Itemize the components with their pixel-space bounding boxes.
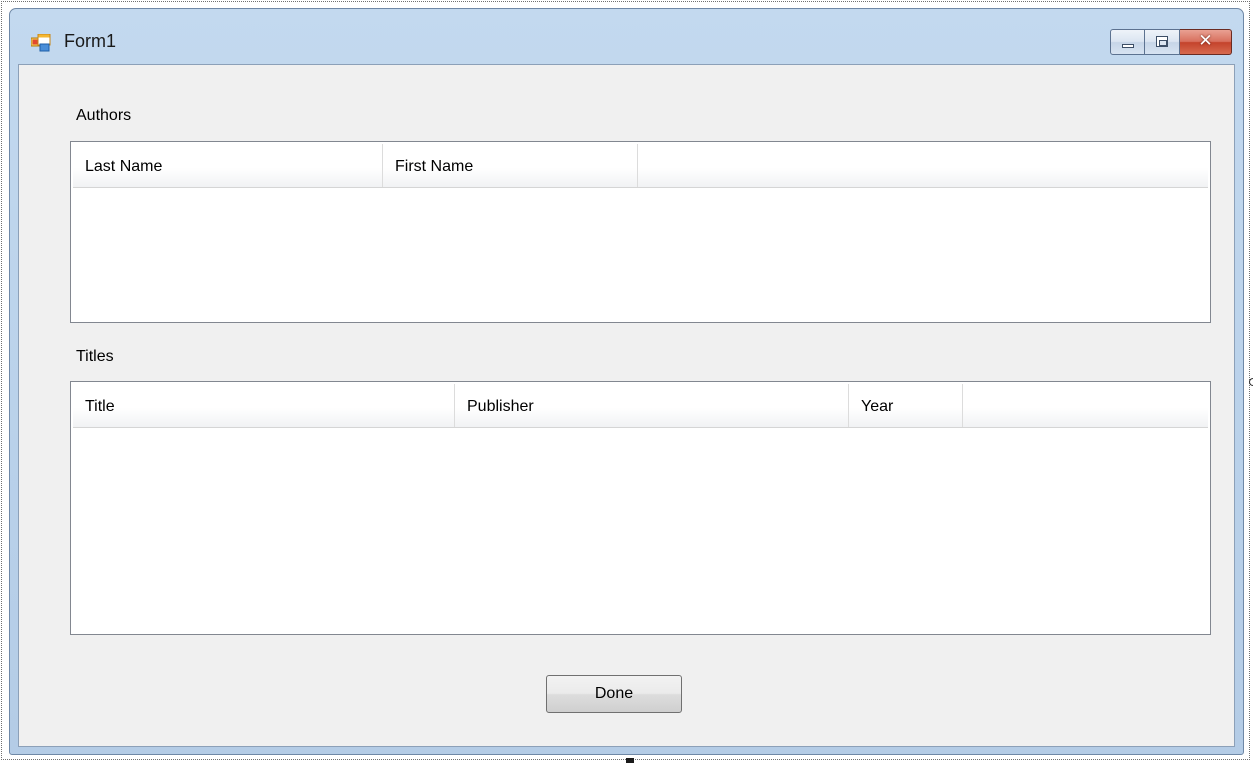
authors-label: Authors xyxy=(76,107,132,124)
done-button[interactable]: Done xyxy=(546,675,682,713)
titles-label: Titles xyxy=(76,348,114,365)
authors-column-first-name[interactable]: First Name xyxy=(383,144,638,187)
close-button[interactable]: ✕ xyxy=(1180,29,1232,55)
winforms-app-icon xyxy=(30,33,51,52)
titles-column-filler xyxy=(963,384,1208,427)
authors-column-header: Last Name First Name xyxy=(73,144,1208,188)
designer-resize-handle[interactable] xyxy=(626,758,634,763)
minimize-button[interactable] xyxy=(1110,29,1145,55)
close-icon: ✕ xyxy=(1198,31,1213,51)
maximize-button[interactable] xyxy=(1145,29,1180,55)
authors-column-last-name[interactable]: Last Name xyxy=(73,144,383,187)
caption-buttons: ✕ xyxy=(1110,29,1232,55)
window-title: Form1 xyxy=(64,31,117,51)
titles-column-year[interactable]: Year xyxy=(849,384,963,427)
titles-column-publisher[interactable]: Publisher xyxy=(455,384,849,427)
minimize-icon xyxy=(1122,44,1134,48)
titles-column-title[interactable]: Title xyxy=(73,384,455,427)
designer-edge-handle[interactable] xyxy=(1249,378,1253,386)
titles-column-header: Title Publisher Year xyxy=(73,384,1208,428)
titles-listview[interactable]: Title Publisher Year xyxy=(70,381,1211,635)
authors-listview[interactable]: Last Name First Name xyxy=(70,141,1211,323)
title-bar[interactable]: Form1 ✕ xyxy=(10,9,1243,64)
maximize-icon xyxy=(1156,36,1168,47)
form-client-area: Authors Last Name First Name Titles Titl… xyxy=(18,64,1235,747)
form-window: Form1 ✕ Authors Last Name First Name Tit… xyxy=(9,8,1244,755)
authors-column-filler xyxy=(638,144,1208,187)
